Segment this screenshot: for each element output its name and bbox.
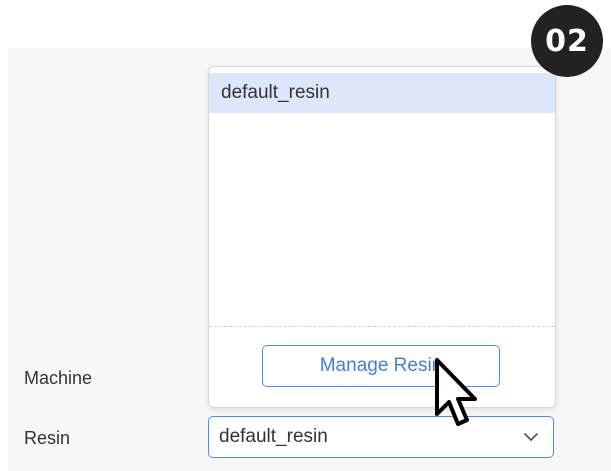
resin-select[interactable]: default_resin [208,416,554,458]
pointer-cursor-icon [435,358,477,426]
machine-label: Machine [24,368,93,388]
resin-select-value: default_resin [219,426,328,447]
step-badge: 02 [531,5,603,77]
popup-divider [209,326,555,327]
resin-dropdown-popup: default_resin Manage Resin [208,66,556,408]
resin-label: Resin [24,428,71,448]
screenshot-stage: 02 default_resin Manage Resin Machine Re… [0,0,611,471]
resin-option-default[interactable]: default_resin [209,73,555,113]
chevron-down-icon [524,433,538,441]
